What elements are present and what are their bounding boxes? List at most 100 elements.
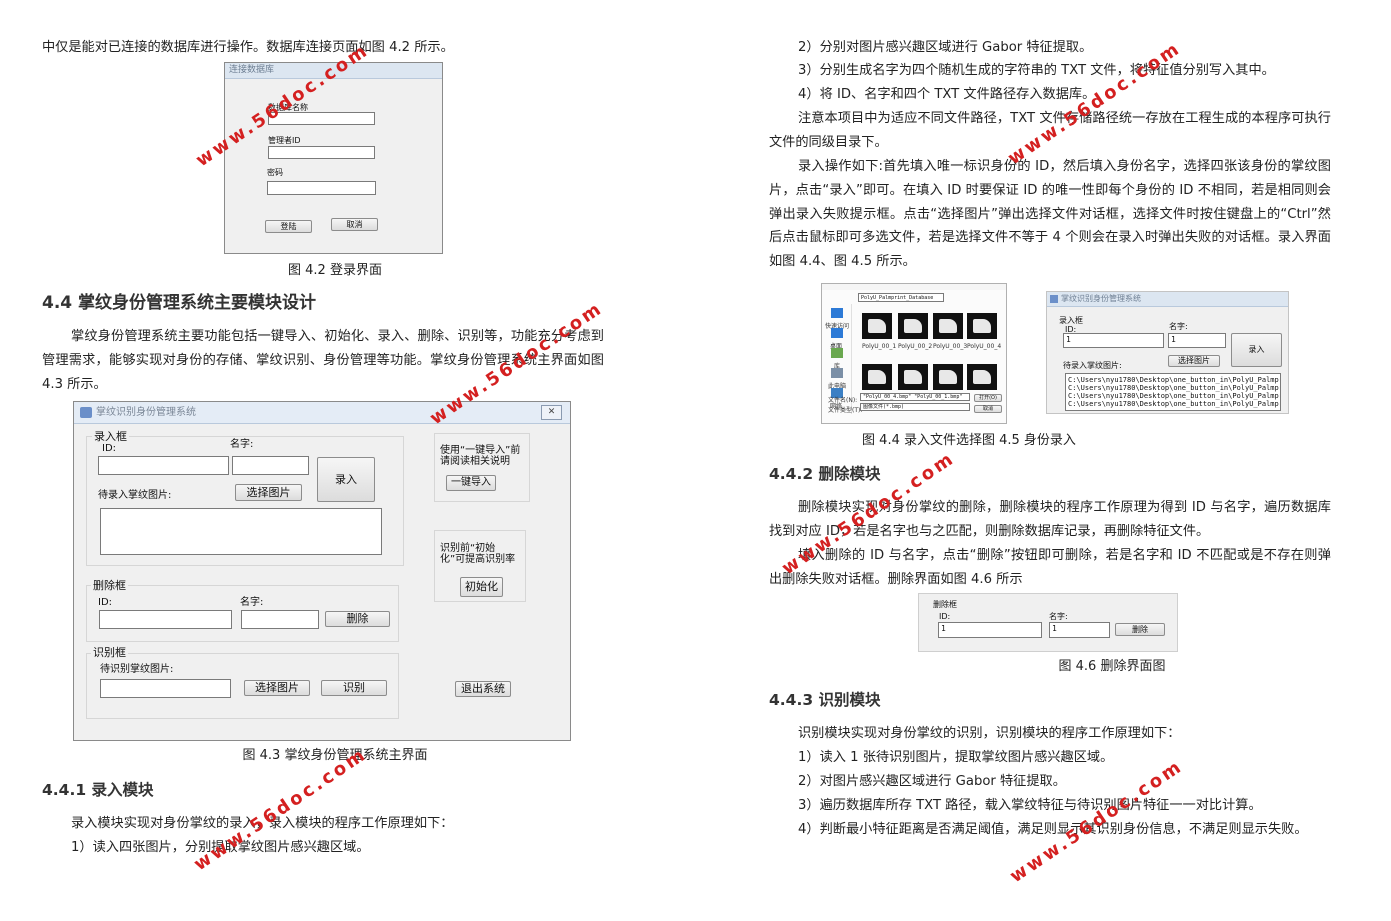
- list-item: C:\Users\nyu1780\Desktop\one_button_in\P…: [1068, 384, 1280, 392]
- library-icon: [831, 348, 843, 358]
- recognize-select-button[interactable]: 选择图片: [244, 680, 310, 696]
- enroll-id-label: ID:: [102, 443, 117, 454]
- enroll-window-titlebar: 掌纹识别身份管理系统: [1047, 292, 1288, 307]
- operation-paragraph: 录入操作如下:首先填入唯一标识身份的 ID，然后填入身份名字，选择四张该身份的掌…: [769, 159, 1331, 270]
- section-heading: 4.4 掌纹身份管理系统主要模块设计: [42, 293, 317, 313]
- login-button[interactable]: 登陆: [265, 220, 312, 233]
- list-item: 1）读入 1 张待识别图片，提取掌纹图片感兴趣区域。: [798, 750, 1114, 765]
- list-item: C:\Users\nyu1780\Desktop\one_button_in\P…: [1068, 392, 1280, 400]
- recognize-image-input[interactable]: [100, 679, 231, 698]
- list-item: 4）将 ID、名字和四个 TXT 文件路径存入数据库。: [798, 87, 1096, 102]
- palm-images-label: 待录入掌纹图片:: [98, 490, 172, 501]
- filetype-label: 文件类型(T):: [828, 407, 863, 414]
- section-paragraph: 掌纹身份管理系统主要功能包括一键导入、初始化、录入、删除、识别等，功能充分考虑到…: [42, 329, 604, 392]
- subsection-heading: 4.4.2 删除模块: [769, 465, 881, 483]
- palm-images-list[interactable]: [100, 508, 382, 555]
- palm-thumbnail[interactable]: [862, 313, 892, 339]
- quick-access-icon: [831, 308, 843, 318]
- thumbnail-label: PolyU_00_3: [933, 343, 968, 350]
- subsection-heading: 4.4.3 识别模块: [769, 691, 881, 709]
- login-window: 连接数据库 数据库名称 管理者ID 密码 登陆 取消: [224, 62, 443, 254]
- delete-id-input[interactable]: 1: [938, 622, 1042, 638]
- palm-thumbnail[interactable]: [967, 364, 997, 390]
- import-note-group: [434, 433, 530, 502]
- delete-window: 删除框 ID: 名字: 1 1 删除: [918, 593, 1178, 652]
- fig46-caption: 图 4.6 删除界面图: [1058, 659, 1166, 674]
- enroll-id-input[interactable]: [98, 456, 229, 475]
- enroll-id-input[interactable]: 1: [1063, 333, 1164, 348]
- list-item: C:\Users\nyu1780\Desktop\one_button_in\P…: [1068, 376, 1280, 384]
- delete-button[interactable]: 删除: [325, 611, 390, 627]
- recognize-paragraph: 识别模块实现对身份掌纹的识别，识别模块的程序工作原理如下：: [798, 726, 1181, 741]
- fig43-caption: 图 4.3 掌纹身份管理系统主界面: [242, 748, 428, 763]
- palm-thumbnail[interactable]: [898, 313, 928, 339]
- db-name-input[interactable]: [268, 112, 375, 125]
- enroll-name-input[interactable]: 1: [1168, 333, 1226, 348]
- filename-input[interactable]: "PolyU_00_4.bmp" "PolyU_00_1.bmp": [860, 393, 970, 401]
- subsection-paragraph: 录入模块实现对身份掌纹的录入，录入模块的程序工作原理如下：: [71, 816, 454, 831]
- enroll-window-title: 掌纹识别身份管理系统: [1061, 294, 1141, 303]
- select-image-button[interactable]: 选择图片: [235, 484, 302, 501]
- computer-icon: [831, 368, 843, 378]
- palm-path-list[interactable]: C:\Users\nyu1780\Desktop\one_button_in\P…: [1065, 373, 1281, 411]
- list-item: 2）分别对图片感兴趣区域进行 Gabor 特征提取。: [798, 40, 1093, 55]
- exit-button[interactable]: 退出系统: [455, 681, 511, 697]
- password-label: 密码: [267, 168, 283, 177]
- enroll-window: 掌纹识别身份管理系统 录入框 ID: 名字: 1 1 录入 待录入掌纹图片: 选…: [1046, 291, 1289, 414]
- list-item: C:\Users\nyu1780\Desktop\one_button_in\P…: [1068, 400, 1280, 408]
- subsection-heading: 4.4.1 录入模块: [42, 781, 154, 799]
- list-item: 1）读入四张图片，分别提取掌纹图片感兴趣区域。: [71, 840, 370, 855]
- open-button[interactable]: 打开(O): [974, 394, 1002, 402]
- list-item: 2）对图片感兴趣区域进行 Gabor 特征提取。: [798, 774, 1066, 789]
- select-image-button[interactable]: 选择图片: [1168, 355, 1220, 367]
- main-window: 掌纹识别身份管理系统 ✕ 录入框 ID: 名字: 录入 待录入掌纹图片: 选择图…: [73, 401, 571, 741]
- delete-operation-paragraph: 填入删除的 ID 与名字，点击“删除”按钮即可删除，若是名字和 ID 不匹配或是…: [769, 548, 1331, 587]
- palm-images-label: 待录入掌纹图片:: [1063, 361, 1122, 370]
- palm-thumbnail[interactable]: [933, 364, 963, 390]
- list-item: 3）遍历数据库所存 TXT 路径，载入掌纹特征与待识别图片特征一一对比计算。: [798, 798, 1262, 813]
- thumbnail-label: PolyU_00_1: [862, 343, 897, 350]
- init-note: 识别前“初始化”可提高识别率: [440, 543, 516, 565]
- file-dialog-titlebar: [822, 284, 1006, 290]
- delete-id-input[interactable]: [99, 610, 232, 629]
- recognize-button[interactable]: 识别: [321, 680, 387, 696]
- location-bar[interactable]: PolyU_Palmprint_Database: [858, 293, 944, 302]
- filetype-select[interactable]: 图像文件(*.bmp): [860, 403, 970, 411]
- list-item: 3）分别生成名字为四个随机生成的字符串的 TXT 文件，将特征值分别写入其中。: [798, 63, 1275, 78]
- delete-name-input[interactable]: [241, 610, 319, 629]
- app-icon: [80, 407, 92, 418]
- list-item: 4）判断最小特征距离是否满足阈值，满足则显示其识别身份信息，不满足则显示失败。: [798, 822, 1308, 837]
- enroll-button[interactable]: 录入: [317, 457, 375, 502]
- desktop-icon: [831, 328, 843, 338]
- enroll-button[interactable]: 录入: [1231, 333, 1282, 367]
- delete-name-label: 名字:: [240, 597, 264, 608]
- delete-group-label: 删除框: [91, 579, 128, 593]
- main-window-titlebar: 掌纹识别身份管理系统 ✕: [74, 402, 570, 424]
- intro-line: 中仅是能对已连接的数据库进行操作。数据库连接页面如图 4.2 所示。: [42, 40, 454, 55]
- cancel-button[interactable]: 取消: [331, 218, 378, 231]
- file-dialog: PolyU_Palmprint_Database 快速访问 桌面 库 此电脑 网…: [821, 283, 1007, 424]
- fig42-caption: 图 4.2 登录界面: [288, 263, 382, 278]
- close-icon[interactable]: ✕: [541, 405, 562, 420]
- import-note: 使用“一键导入”前请阅读相关说明: [440, 445, 521, 467]
- delete-button[interactable]: 删除: [1115, 623, 1165, 636]
- password-input[interactable]: [267, 181, 376, 195]
- recognize-label: 待识别掌纹图片:: [100, 664, 174, 675]
- admin-id-input[interactable]: [268, 146, 375, 159]
- palm-thumbnail[interactable]: [898, 364, 928, 390]
- recognize-group-label: 识别框: [91, 646, 128, 660]
- dialog-cancel-button[interactable]: 取消: [974, 405, 1002, 413]
- palm-thumbnail[interactable]: [862, 364, 892, 390]
- note-paragraph: 注意本项目中为适应不同文件路径，TXT 文件存储路径统一存放在工程生成的本程序可…: [769, 111, 1331, 150]
- enroll-name-input[interactable]: [232, 456, 309, 475]
- palm-thumbnail[interactable]: [967, 313, 997, 339]
- enroll-name-label: 名字:: [1169, 322, 1188, 331]
- fig4445-caption: 图 4.4 录入文件选择图 4.5 身份录入: [862, 433, 1076, 448]
- main-window-title: 掌纹识别身份管理系统: [96, 407, 196, 418]
- delete-name-input[interactable]: 1: [1049, 622, 1110, 638]
- login-window-title: 连接数据库: [225, 63, 442, 79]
- palm-thumbnail[interactable]: [933, 313, 963, 339]
- init-button[interactable]: 初始化: [460, 577, 503, 597]
- one-click-import-button[interactable]: 一键导入: [446, 475, 496, 491]
- thumbnail-label: PolyU_00_4: [967, 343, 1002, 350]
